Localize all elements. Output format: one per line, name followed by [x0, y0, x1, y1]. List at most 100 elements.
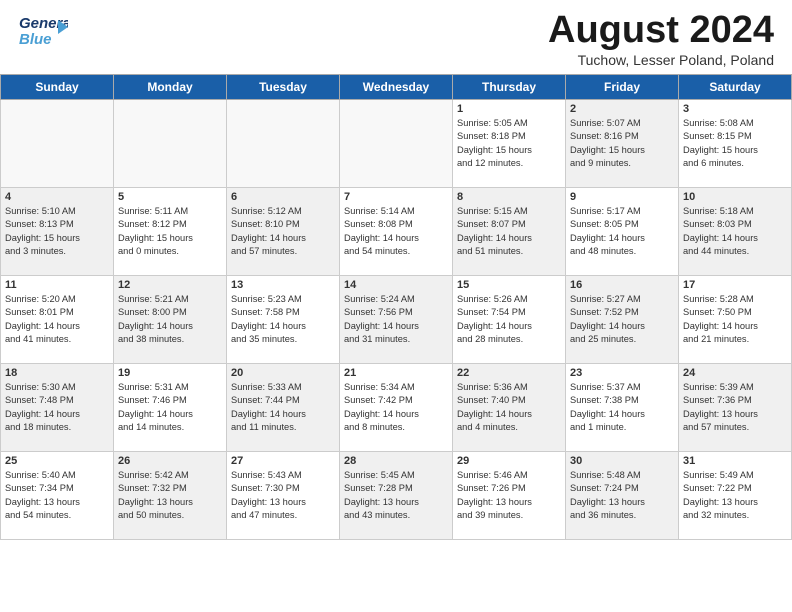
day-info: Sunrise: 5:07 AM Sunset: 8:16 PM Dayligh… [570, 117, 674, 171]
day-info: Sunrise: 5:42 AM Sunset: 7:32 PM Dayligh… [118, 469, 222, 523]
day-number: 15 [457, 279, 561, 291]
day-info: Sunrise: 5:36 AM Sunset: 7:40 PM Dayligh… [457, 381, 561, 435]
day-info: Sunrise: 5:14 AM Sunset: 8:08 PM Dayligh… [344, 205, 448, 259]
calendar-cell: 31 Sunrise: 5:49 AM Sunset: 7:22 PM Dayli… [679, 451, 792, 539]
day-info: Sunrise: 5:46 AM Sunset: 7:26 PM Dayligh… [457, 469, 561, 523]
day-number: 16 [570, 279, 674, 291]
day-info: Sunrise: 5:08 AM Sunset: 8:15 PM Dayligh… [683, 117, 787, 171]
header: General Blue August 2024 Tuchow, Lesser … [0, 0, 792, 74]
calendar-cell: 6 Sunrise: 5:12 AM Sunset: 8:10 PM Daylig… [227, 187, 340, 275]
day-number: 30 [570, 455, 674, 467]
weekday-header-friday: Friday [566, 74, 679, 99]
day-number: 23 [570, 367, 674, 379]
calendar-cell: 12Sunrise: 5:21 AM Sunset: 8:00 PM Dayli… [114, 275, 227, 363]
weekday-header-monday: Monday [114, 74, 227, 99]
day-number: 4 [5, 191, 109, 203]
day-number: 17 [683, 279, 787, 291]
day-info: Sunrise: 5:12 AM Sunset: 8:10 PM Dayligh… [231, 205, 335, 259]
day-number: 21 [344, 367, 448, 379]
calendar-week-2: 4 Sunrise: 5:10 AM Sunset: 8:13 PM Daylig… [1, 187, 792, 275]
day-number: 18 [5, 367, 109, 379]
day-info: Sunrise: 5:23 AM Sunset: 7:58 PM Dayligh… [231, 293, 335, 347]
day-info: Sunrise: 5:31 AM Sunset: 7:46 PM Dayligh… [118, 381, 222, 435]
weekday-header-tuesday: Tuesday [227, 74, 340, 99]
day-info: Sunrise: 5:18 AM Sunset: 8:03 PM Dayligh… [683, 205, 787, 259]
day-number: 11 [5, 279, 109, 291]
month-title: August 2024 [548, 10, 774, 52]
calendar-cell: 26 Sunrise: 5:42 AM Sunset: 7:32 PM Dayli… [114, 451, 227, 539]
day-info: Sunrise: 5:48 AM Sunset: 7:24 PM Dayligh… [570, 469, 674, 523]
calendar-cell [340, 99, 453, 187]
location: Tuchow, Lesser Poland, Poland [548, 52, 774, 68]
calendar-cell: 4 Sunrise: 5:10 AM Sunset: 8:13 PM Daylig… [1, 187, 114, 275]
day-info: Sunrise: 5:17 AM Sunset: 8:05 PM Dayligh… [570, 205, 674, 259]
weekday-header-row: SundayMondayTuesdayWednesdayThursdayFrid… [1, 74, 792, 99]
weekday-header-sunday: Sunday [1, 74, 114, 99]
calendar-cell [114, 99, 227, 187]
day-number: 28 [344, 455, 448, 467]
day-number: 24 [683, 367, 787, 379]
calendar-cell: 25Sunrise: 5:40 AM Sunset: 7:34 PM Dayli… [1, 451, 114, 539]
day-number: 12 [118, 279, 222, 291]
calendar-cell: 3 Sunrise: 5:08 AM Sunset: 8:15 PM Daylig… [679, 99, 792, 187]
day-number: 29 [457, 455, 561, 467]
calendar-week-4: 18Sunrise: 5:30 AM Sunset: 7:48 PM Dayli… [1, 363, 792, 451]
day-info: Sunrise: 5:37 AM Sunset: 7:38 PM Dayligh… [570, 381, 674, 435]
calendar-cell: 2 Sunrise: 5:07 AM Sunset: 8:16 PM Daylig… [566, 99, 679, 187]
calendar-cell: 23 Sunrise: 5:37 AM Sunset: 7:38 PM Dayli… [566, 363, 679, 451]
day-info: Sunrise: 5:28 AM Sunset: 7:50 PM Dayligh… [683, 293, 787, 347]
svg-text:Blue: Blue [19, 31, 52, 48]
calendar-cell: 21 Sunrise: 5:34 AM Sunset: 7:42 PM Dayli… [340, 363, 453, 451]
day-info: Sunrise: 5:49 AM Sunset: 7:22 PM Dayligh… [683, 469, 787, 523]
day-number: 10 [683, 191, 787, 203]
day-info: Sunrise: 5:10 AM Sunset: 8:13 PM Dayligh… [5, 205, 109, 259]
calendar-week-5: 25Sunrise: 5:40 AM Sunset: 7:34 PM Dayli… [1, 451, 792, 539]
calendar-cell: 22 Sunrise: 5:36 AM Sunset: 7:40 PM Dayli… [453, 363, 566, 451]
day-number: 25 [5, 455, 109, 467]
day-info: Sunrise: 5:33 AM Sunset: 7:44 PM Dayligh… [231, 381, 335, 435]
day-number: 31 [683, 455, 787, 467]
calendar: SundayMondayTuesdayWednesdayThursdayFrid… [0, 74, 792, 540]
day-number: 22 [457, 367, 561, 379]
day-number: 19 [118, 367, 222, 379]
calendar-cell: 7 Sunrise: 5:14 AM Sunset: 8:08 PM Daylig… [340, 187, 453, 275]
day-info: Sunrise: 5:24 AM Sunset: 7:56 PM Dayligh… [344, 293, 448, 347]
calendar-week-3: 11 Sunrise: 5:20 AM Sunset: 8:01 PM Dayli… [1, 275, 792, 363]
day-info: Sunrise: 5:27 AM Sunset: 7:52 PM Dayligh… [570, 293, 674, 347]
calendar-cell: 13Sunrise: 5:23 AM Sunset: 7:58 PM Dayli… [227, 275, 340, 363]
day-info: Sunrise: 5:15 AM Sunset: 8:07 PM Dayligh… [457, 205, 561, 259]
title-section: August 2024 Tuchow, Lesser Poland, Polan… [548, 10, 774, 68]
calendar-cell: 17 Sunrise: 5:28 AM Sunset: 7:50 PM Dayli… [679, 275, 792, 363]
day-info: Sunrise: 5:11 AM Sunset: 8:12 PM Dayligh… [118, 205, 222, 259]
calendar-cell: 28 Sunrise: 5:45 AM Sunset: 7:28 PM Dayli… [340, 451, 453, 539]
day-number: 6 [231, 191, 335, 203]
day-number: 5 [118, 191, 222, 203]
weekday-header-saturday: Saturday [679, 74, 792, 99]
calendar-cell [1, 99, 114, 187]
day-number: 26 [118, 455, 222, 467]
day-number: 7 [344, 191, 448, 203]
day-info: Sunrise: 5:45 AM Sunset: 7:28 PM Dayligh… [344, 469, 448, 523]
day-info: Sunrise: 5:05 AM Sunset: 8:18 PM Dayligh… [457, 117, 561, 171]
day-number: 8 [457, 191, 561, 203]
day-info: Sunrise: 5:34 AM Sunset: 7:42 PM Dayligh… [344, 381, 448, 435]
calendar-cell: 19 Sunrise: 5:31 AM Sunset: 7:46 PM Dayli… [114, 363, 227, 451]
calendar-cell: 20 Sunrise: 5:33 AM Sunset: 7:44 PM Dayli… [227, 363, 340, 451]
day-info: Sunrise: 5:20 AM Sunset: 8:01 PM Dayligh… [5, 293, 109, 347]
calendar-cell: 27Sunrise: 5:43 AM Sunset: 7:30 PM Dayli… [227, 451, 340, 539]
calendar-cell: 30 Sunrise: 5:48 AM Sunset: 7:24 PM Dayli… [566, 451, 679, 539]
calendar-week-1: 1Sunrise: 5:05 AM Sunset: 8:18 PM Daylig… [1, 99, 792, 187]
calendar-cell: 24 Sunrise: 5:39 AM Sunset: 7:36 PM Dayli… [679, 363, 792, 451]
day-number: 3 [683, 103, 787, 115]
weekday-header-wednesday: Wednesday [340, 74, 453, 99]
day-number: 9 [570, 191, 674, 203]
day-number: 20 [231, 367, 335, 379]
day-number: 14 [344, 279, 448, 291]
calendar-cell: 10 Sunrise: 5:18 AM Sunset: 8:03 PM Dayli… [679, 187, 792, 275]
calendar-cell: 14 Sunrise: 5:24 AM Sunset: 7:56 PM Dayli… [340, 275, 453, 363]
day-number: 2 [570, 103, 674, 115]
calendar-cell [227, 99, 340, 187]
calendar-cell: 5 Sunrise: 5:11 AM Sunset: 8:12 PM Daylig… [114, 187, 227, 275]
calendar-cell: 29 Sunrise: 5:46 AM Sunset: 7:26 PM Dayli… [453, 451, 566, 539]
day-info: Sunrise: 5:39 AM Sunset: 7:36 PM Dayligh… [683, 381, 787, 435]
